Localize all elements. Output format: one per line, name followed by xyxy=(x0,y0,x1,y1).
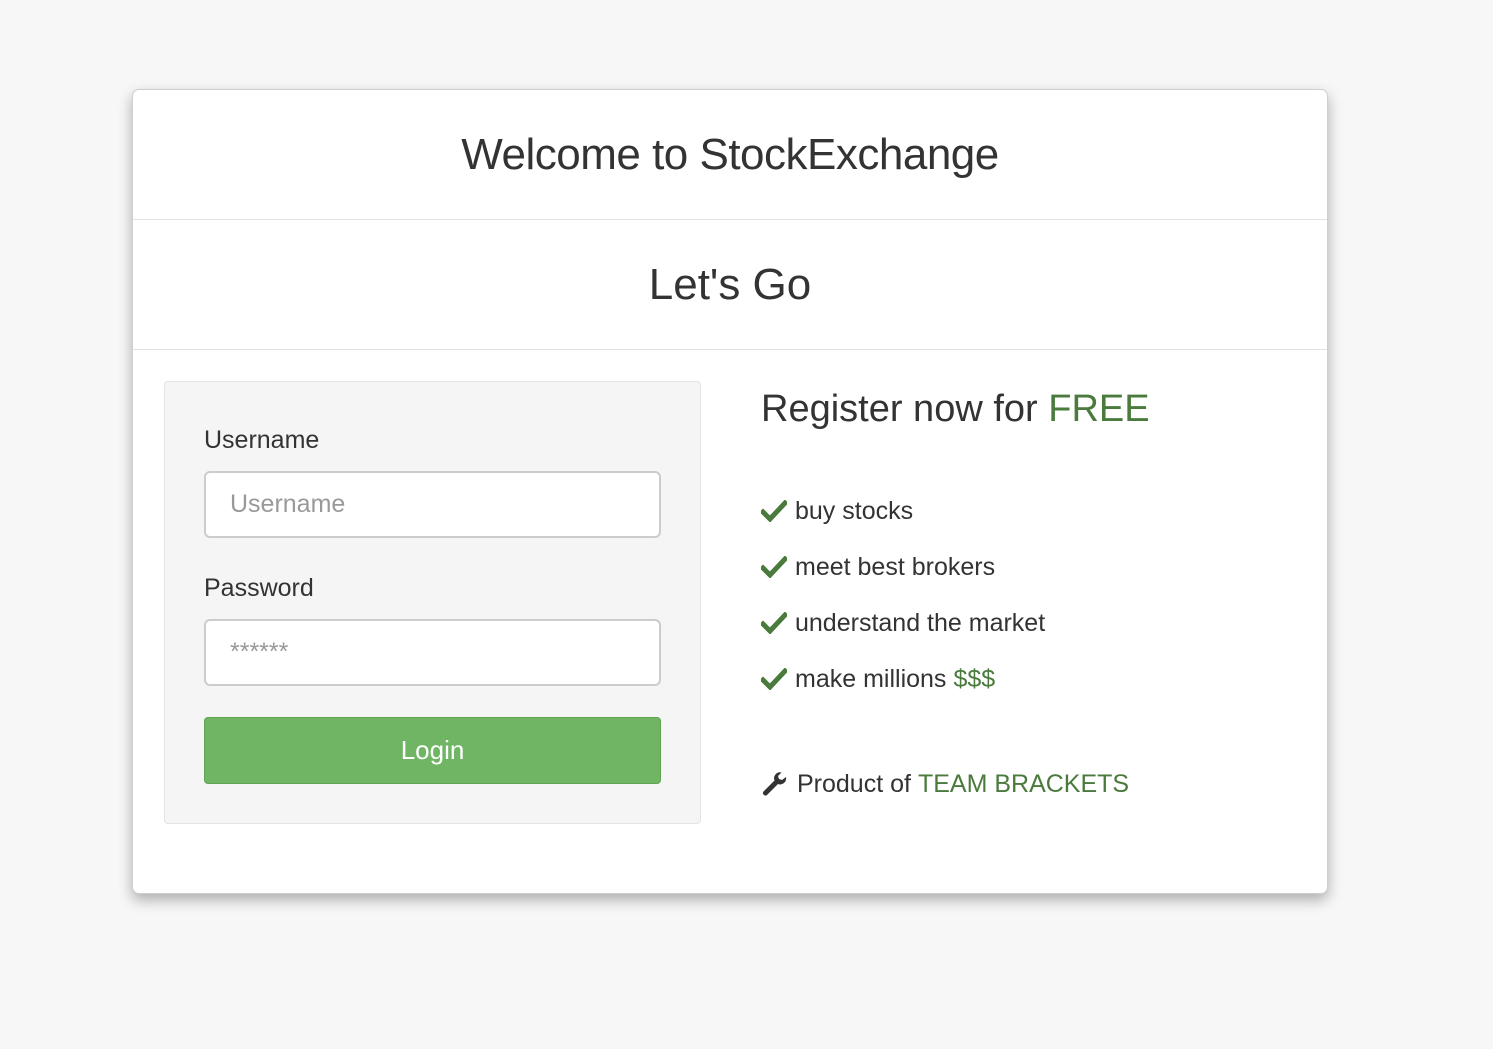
register-heading-free: FREE xyxy=(1048,388,1150,430)
list-item: buy stocks xyxy=(761,483,1301,539)
check-icon xyxy=(761,668,787,690)
feature-text: understand the market xyxy=(795,608,1046,637)
card-header: Welcome to StockExchange xyxy=(133,90,1327,220)
username-input[interactable] xyxy=(204,471,661,538)
login-button[interactable]: Login xyxy=(204,717,661,784)
password-label: Password xyxy=(204,574,314,602)
password-input[interactable] xyxy=(204,619,661,686)
feature-text: meet best brokers xyxy=(795,552,996,581)
page-title: Welcome to StockExchange xyxy=(461,129,999,179)
login-card: Welcome to StockExchange Let's Go Userna… xyxy=(132,89,1328,894)
list-item: understand the market xyxy=(761,595,1301,651)
credit-prefix: Product of xyxy=(797,770,911,798)
card-subheader: Let's Go xyxy=(133,220,1327,350)
login-form: Username Password Login xyxy=(164,381,701,824)
feature-highlight: $$$ xyxy=(953,664,996,693)
check-icon xyxy=(761,556,787,578)
check-icon xyxy=(761,500,787,522)
product-credit: Product of TEAM BRACKETS xyxy=(761,770,1129,799)
list-item: meet best brokers xyxy=(761,539,1301,595)
section-title: Let's Go xyxy=(648,259,812,309)
card-body: Username Password Login Register now for… xyxy=(133,350,1327,893)
list-item: make millions $$$ xyxy=(761,651,1301,707)
feature-text: make millions xyxy=(795,664,947,693)
feature-text: buy stocks xyxy=(795,496,914,525)
username-label: Username xyxy=(204,426,320,454)
register-section: Register now for FREE buy stocks meet be… xyxy=(761,388,1301,707)
wrench-icon xyxy=(763,771,787,795)
register-heading: Register now for FREE xyxy=(761,388,1301,431)
feature-list: buy stocks meet best brokers understand … xyxy=(761,483,1301,707)
team-brackets-link[interactable]: TEAM BRACKETS xyxy=(918,770,1129,799)
check-icon xyxy=(761,612,787,634)
register-heading-prefix: Register now for xyxy=(761,388,1038,430)
